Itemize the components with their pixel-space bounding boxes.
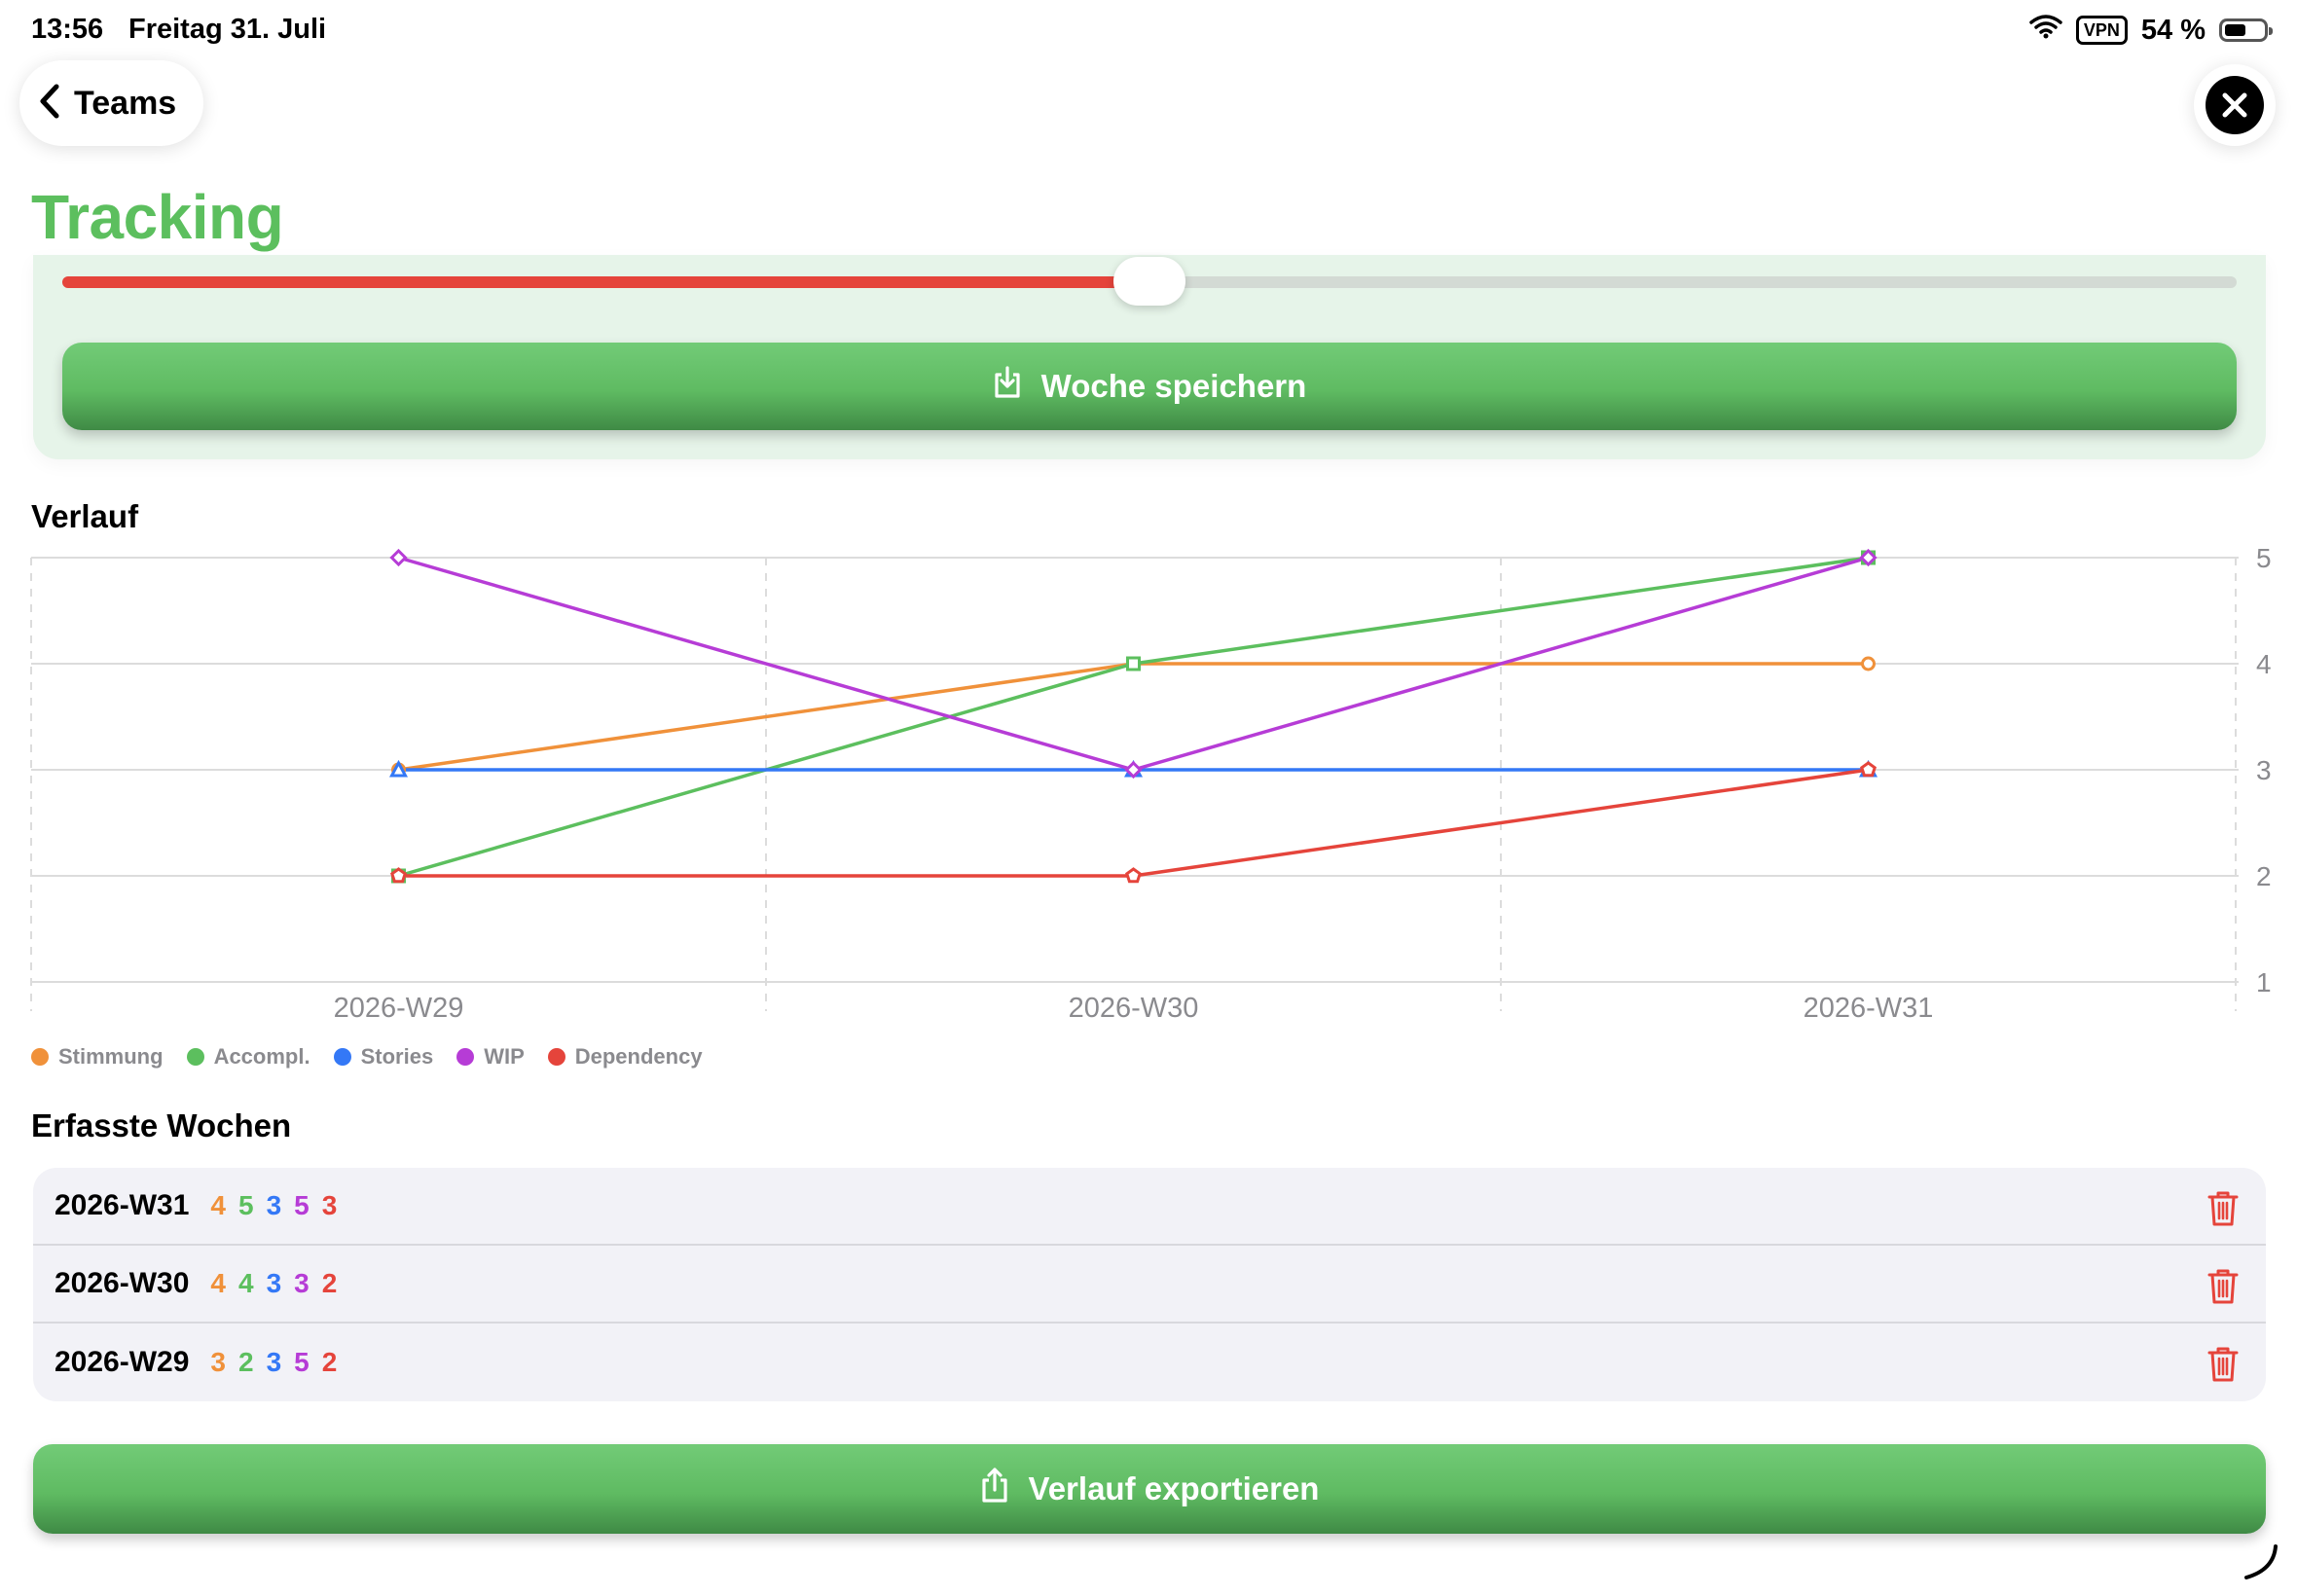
legend-dot <box>333 1048 351 1066</box>
week-value-dependency: 2 <box>321 1347 338 1377</box>
legend-item: Accompl. <box>186 1044 310 1070</box>
resize-handle-icon[interactable] <box>2241 1542 2279 1586</box>
trash-icon[interactable] <box>2206 1267 2241 1306</box>
week-row: 2026-W31 4 5 3 5 3 <box>33 1168 2266 1246</box>
series-line <box>398 556 1869 878</box>
week-value-stimmung: 4 <box>210 1190 226 1220</box>
export-history-button[interactable]: Verlauf exportieren <box>33 1444 2266 1534</box>
back-button[interactable]: Teams <box>19 60 204 146</box>
legend-label: Stimmung <box>58 1044 164 1069</box>
status-time: 13:56 <box>31 14 104 45</box>
week-value-stimmung: 4 <box>210 1268 226 1298</box>
series-line <box>398 768 1869 878</box>
save-week-label: Woche speichern <box>1040 368 1307 404</box>
week-value-wip: 5 <box>294 1190 310 1220</box>
data-point <box>389 548 408 567</box>
week-values: 3 2 3 5 2 <box>210 1347 337 1378</box>
vpn-badge: VPN <box>2075 16 2128 45</box>
data-point <box>1125 867 1142 884</box>
week-label: 2026-W29 <box>55 1346 190 1378</box>
save-icon <box>993 365 1022 408</box>
status-date: Freitag 31. Juli <box>128 14 327 45</box>
weeks-title: Erfasste Wochen <box>31 1107 292 1143</box>
y-tick-label: 4 <box>2256 649 2272 679</box>
data-point <box>1861 656 1876 671</box>
legend-label: Stories <box>360 1044 434 1069</box>
week-value-stories: 3 <box>266 1190 282 1220</box>
weeks-list: 2026-W31 4 5 3 5 3 2026-W30 4 4 3 3 2 20… <box>33 1168 2266 1401</box>
week-value-accompl: 5 <box>238 1190 254 1220</box>
week-value-stimmung: 3 <box>210 1347 226 1377</box>
week-label: 2026-W30 <box>55 1267 190 1299</box>
legend-label: WIP <box>484 1044 525 1069</box>
save-week-button[interactable]: Woche speichern <box>62 343 2237 430</box>
x-tick-label: 2026-W29 <box>334 993 464 1024</box>
week-value-wip: 5 <box>294 1347 310 1377</box>
slider-fill <box>62 276 1149 288</box>
x-tick-label: 2026-W31 <box>1804 993 1934 1024</box>
battery-percent: 54 % <box>2140 14 2206 46</box>
week-label: 2026-W31 <box>55 1189 190 1221</box>
y-tick-label: 2 <box>2256 861 2272 891</box>
wifi-icon <box>2029 14 2062 47</box>
x-tick-label: 2026-W30 <box>1069 993 1199 1024</box>
page-title: Tracking <box>31 182 284 252</box>
slider-thumb[interactable] <box>1113 257 1185 306</box>
week-row: 2026-W29 3 2 3 5 2 <box>33 1324 2266 1401</box>
week-value-stories: 3 <box>266 1268 282 1298</box>
week-value-dependency: 2 <box>321 1268 338 1298</box>
battery-level <box>2225 24 2245 36</box>
rating-slider[interactable] <box>62 257 2237 306</box>
legend-dot <box>547 1048 565 1066</box>
close-button[interactable] <box>2194 64 2276 146</box>
chevron-left-icon <box>39 84 60 124</box>
status-bar: 13:56 Freitag 31. Juli VPN 54 % <box>0 0 2297 62</box>
tracking-form-card: Woche speichern <box>33 255 2266 459</box>
week-value-accompl: 4 <box>238 1268 254 1298</box>
legend-item: Dependency <box>547 1044 703 1070</box>
series-line <box>398 662 1869 772</box>
legend-item: Stories <box>333 1044 434 1070</box>
legend-label: Dependency <box>574 1044 703 1069</box>
legend-item: WIP <box>456 1044 525 1070</box>
legend-dot <box>31 1048 49 1066</box>
week-value-dependency: 3 <box>321 1190 338 1220</box>
status-indicators: VPN 54 % <box>2029 14 2273 47</box>
week-values: 4 4 3 3 2 <box>210 1268 337 1299</box>
trash-icon[interactable] <box>2206 1345 2241 1384</box>
week-value-accompl: 2 <box>238 1347 254 1377</box>
history-chart: 1 2 3 4 5 2026-W29 2026-W30 2026-W31 <box>30 545 2272 1024</box>
close-icon <box>2206 76 2264 134</box>
y-tick-label: 1 <box>2256 967 2272 998</box>
y-tick-label: 3 <box>2256 755 2272 785</box>
history-title: Verlauf <box>31 498 139 534</box>
legend-dot <box>456 1048 475 1066</box>
week-values: 4 5 3 5 3 <box>210 1190 337 1221</box>
data-point <box>1860 761 1877 778</box>
legend-dot <box>186 1048 204 1066</box>
share-icon <box>980 1467 1009 1511</box>
week-row: 2026-W30 4 4 3 3 2 <box>33 1246 2266 1324</box>
week-value-stories: 3 <box>266 1347 282 1377</box>
chart-legend: Stimmung Accompl. Stories WIP Dependency <box>31 1044 703 1070</box>
trash-icon[interactable] <box>2206 1189 2241 1228</box>
export-history-label: Verlauf exportieren <box>1028 1470 1320 1506</box>
y-tick-label: 5 <box>2256 545 2272 573</box>
week-value-wip: 3 <box>294 1268 310 1298</box>
back-button-label: Teams <box>74 84 177 122</box>
battery-icon <box>2219 18 2273 42</box>
data-point <box>1126 656 1141 671</box>
data-point <box>390 867 407 884</box>
legend-label: Accompl. <box>213 1044 310 1069</box>
legend-item: Stimmung <box>31 1044 164 1070</box>
